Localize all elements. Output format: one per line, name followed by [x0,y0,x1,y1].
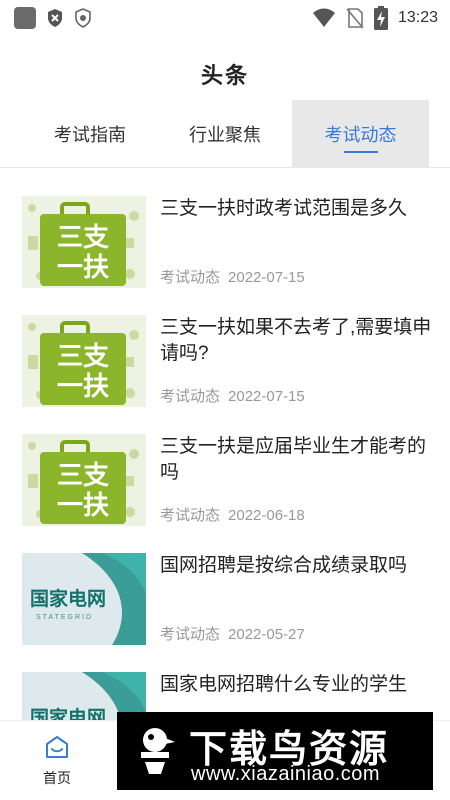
page-title: 头条 [200,63,249,88]
article-category: 考试动态 [160,388,221,405]
tab-label: 行业聚焦 [189,124,261,145]
svg-text:一扶: 一扶 [57,253,109,283]
svg-text:一扶: 一扶 [57,372,109,402]
article-meta: 考试动态 2022-07-15 [160,385,305,406]
article-title: 国网招聘是按综合成绩录取吗 [160,555,408,576]
article-category: 考试动态 [160,507,221,524]
article-date: 2022-07-15 [228,269,305,286]
svg-text:国家电网: 国家电网 [30,587,106,610]
article-date: 2022-07-15 [228,388,305,405]
thumbnail-stategrid: 国家电网 STATEGRID [22,553,146,645]
article-date: 2022-05-27 [228,626,305,643]
tab-bar: 考试指南 行业聚焦 考试动态 [0,100,450,168]
wifi-icon [312,8,335,27]
watermark-url: www.xiazainiao.com [191,763,381,785]
thumbnail-sanzhiyifu: 三支 一扶 [22,315,146,407]
article-meta: 考试动态 2022-07-15 [160,266,305,287]
svg-text:三支: 三支 [57,223,109,253]
svg-text:一扶: 一扶 [57,491,109,521]
article-title: 国家电网招聘什么专业的学生 [160,674,408,695]
battery-charging-icon [373,6,388,30]
list-item[interactable]: 国家电网 STATEGRID 国网招聘是按综合成绩录取吗 考试动态 2022-05… [0,535,450,645]
tab-exam-guide[interactable]: 考试指南 [20,100,160,167]
shield-dot-icon [75,8,91,28]
tab-industry-focus[interactable]: 行业聚焦 [155,100,295,167]
nav-home[interactable]: 首页 [30,735,84,788]
article-meta: 考试动态 2022-06-18 [160,504,305,525]
article-date: 2022-06-18 [228,507,305,524]
svg-text:三支: 三支 [57,461,109,491]
bird-logo-icon [141,728,175,774]
active-tab-indicator [343,151,378,153]
article-title: 三支一扶如果不去考了,需要填申请吗? [160,317,432,364]
list-item[interactable]: 三支 一扶 三支一扶时政考试范围是多久 考试动态 2022-07-15 [0,178,450,288]
shield-x-icon [48,9,62,27]
tab-label: 考试指南 [54,124,126,145]
thumbnail-sanzhiyifu: 三支 一扶 [22,196,146,288]
tab-exam-news[interactable]: 考试动态 [292,100,429,167]
list-item[interactable]: 三支 一扶 三支一扶如果不去考了,需要填申请吗? 考试动态 2022-07-15 [0,297,450,407]
list-item[interactable]: 三支 一扶 三支一扶是应届毕业生才能考的吗 考试动态 2022-06-18 [0,416,450,526]
article-meta: 考试动态 2022-05-27 [160,623,305,644]
thumbnail-sanzhiyifu: 三支 一扶 [22,434,146,526]
article-title: 三支一扶时政考试范围是多久 [160,198,408,219]
home-icon [46,736,68,758]
app-icon [14,7,36,29]
svg-text:STATEGRID: STATEGRID [36,614,93,621]
nav-home-label: 首页 [43,770,71,786]
article-category: 考试动态 [160,269,221,286]
tab-label: 考试动态 [324,124,397,145]
watermark-banner: 下载鸟资源 www.xiazainiao.com [117,712,433,790]
no-sim-icon [346,8,364,29]
status-time: 13:23 [397,9,438,26]
article-category: 考试动态 [160,626,221,643]
svg-text:三支: 三支 [57,342,109,372]
status-bar: 13:23 [0,0,450,36]
article-title: 三支一扶是应届毕业生才能考的吗 [160,436,427,483]
